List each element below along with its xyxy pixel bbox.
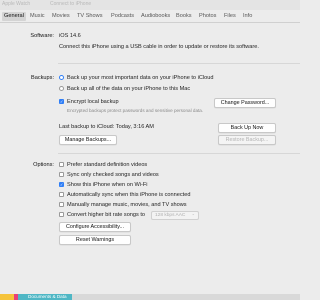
chevron-updown-icon: ⌃ xyxy=(191,213,195,218)
tab-photos[interactable]: Photos xyxy=(199,12,216,21)
backup-icloud-label: Back up your most important data on your… xyxy=(67,75,214,81)
section-divider xyxy=(58,63,300,64)
reset-warnings-button[interactable]: Reset Warnings xyxy=(59,235,131,245)
backup-mac-radio[interactable] xyxy=(59,86,64,91)
tab-audiobooks[interactable]: Audiobooks xyxy=(141,12,170,21)
storage-segment-documents: Documents & Data xyxy=(18,294,72,300)
show-wifi-label: Show this iPhone when on Wi-Fi xyxy=(67,182,148,188)
sync-checked-checkbox[interactable] xyxy=(59,172,64,177)
storage-segment-yellow xyxy=(0,294,14,300)
storage-bar: Documents & Data xyxy=(0,294,300,300)
tab-info[interactable]: Info xyxy=(243,12,252,21)
back-up-now-button[interactable]: Back Up Now xyxy=(218,123,276,133)
configure-accessibility-button[interactable]: Configure Accessibility... xyxy=(59,222,131,232)
auto-sync-label: Automatically sync when this iPhone is c… xyxy=(67,192,191,198)
sync-checked-label: Sync only checked songs and videos xyxy=(67,172,159,178)
bitrate-value: 128 kbps AAC xyxy=(155,213,186,218)
tab-music[interactable]: Music xyxy=(30,12,45,21)
backup-icloud-radio[interactable] xyxy=(59,75,64,80)
faded-device-status: Connect to iPhone xyxy=(50,1,92,7)
manually-manage-label: Manually manage music, movies, and TV sh… xyxy=(67,202,187,208)
backup-mac-label: Back up all of the data on your iPhone t… xyxy=(67,86,191,92)
backups-section-label: Backups: xyxy=(30,75,54,81)
tab-general[interactable]: General xyxy=(2,12,26,21)
software-message: Connect this iPhone using a USB cable in… xyxy=(59,44,259,50)
change-password-button[interactable]: Change Password... xyxy=(214,98,276,108)
last-backup-text: Last backup to iCloud: Today, 3:16 AM xyxy=(59,124,154,130)
restore-backup-button[interactable]: Restore Backup... xyxy=(218,135,276,145)
software-section-label: Software: xyxy=(30,33,54,39)
tab-files[interactable]: Files xyxy=(224,12,236,21)
tab-books[interactable]: Books xyxy=(176,12,192,21)
encrypt-backup-label: Encrypt local backup xyxy=(67,99,119,105)
tab-podcasts[interactable]: Podcasts xyxy=(111,12,134,21)
software-version: iOS 14.6 xyxy=(59,33,81,39)
options-section-label: Options: xyxy=(33,162,54,168)
tab-bar: General Music Movies TV Shows Podcasts A… xyxy=(0,11,300,23)
encrypt-backup-note: Encrypted backups protect passwords and … xyxy=(67,108,204,113)
bitrate-select[interactable]: 128 kbps AAC ⌃ xyxy=(151,211,199,220)
manually-manage-checkbox[interactable] xyxy=(59,202,64,207)
tab-tv-shows[interactable]: TV Shows xyxy=(77,12,103,21)
manage-backups-button[interactable]: Manage Backups... xyxy=(59,135,117,145)
section-divider xyxy=(58,153,300,154)
convert-bitrate-label: Convert higher bit rate songs to xyxy=(67,212,146,218)
tab-movies[interactable]: Movies xyxy=(52,12,70,21)
faded-device-name: Apple Watch xyxy=(2,1,31,7)
prefer-sd-label: Prefer standard definition videos xyxy=(67,162,148,168)
convert-bitrate-checkbox[interactable] xyxy=(59,212,64,217)
top-bar: Apple Watch Connect to iPhone xyxy=(0,0,300,10)
show-wifi-checkbox[interactable]: ✓ xyxy=(59,182,64,187)
prefer-sd-checkbox[interactable] xyxy=(59,162,64,167)
encrypt-backup-checkbox[interactable]: ✓ xyxy=(59,99,64,104)
auto-sync-checkbox[interactable] xyxy=(59,192,64,197)
storage-documents-label: Documents & Data xyxy=(28,294,67,299)
